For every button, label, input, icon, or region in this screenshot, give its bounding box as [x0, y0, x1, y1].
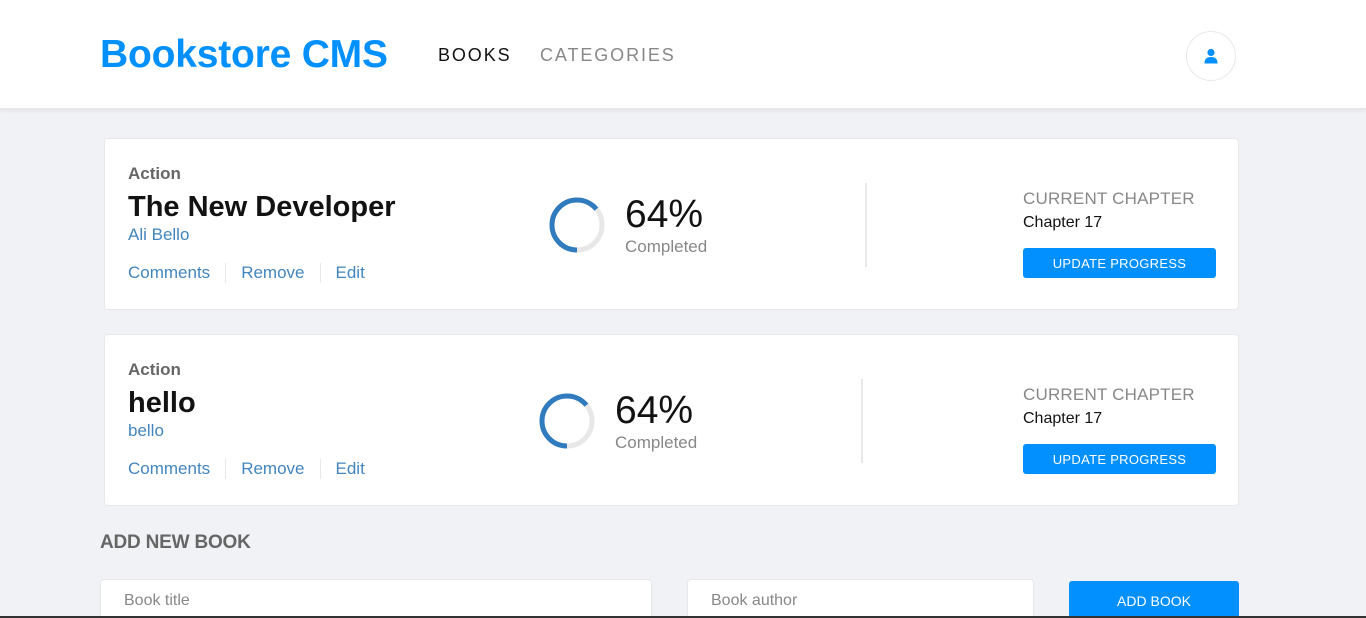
progress-completed-label: Completed — [625, 237, 708, 256]
card-divider — [861, 379, 863, 463]
book-actions: Comments Remove Edit — [128, 263, 365, 283]
progress-percent: 64% — [615, 389, 694, 432]
progress-completed-label: Completed — [615, 433, 698, 452]
current-chapter-label: CURRENT CHAPTER — [1023, 385, 1195, 404]
book-card: Action The New Developer Ali Bello Comme… — [104, 138, 1239, 310]
action-divider — [225, 263, 227, 283]
user-button[interactable] — [1186, 31, 1236, 81]
card-divider — [865, 183, 867, 267]
book-author-input[interactable] — [687, 579, 1034, 618]
book-genre: Action — [128, 360, 181, 379]
comments-button[interactable]: Comments — [128, 459, 210, 479]
book-actions: Comments Remove Edit — [128, 459, 365, 479]
book-author[interactable]: bello — [128, 421, 164, 441]
add-book-button[interactable]: ADD BOOK — [1069, 581, 1239, 618]
book-title: hello — [128, 387, 196, 419]
book-title: The New Developer — [128, 191, 396, 223]
header: Bookstore CMS BOOKS CATEGORIES — [0, 0, 1366, 110]
remove-button[interactable]: Remove — [241, 263, 304, 283]
progress-circle — [539, 393, 595, 449]
update-progress-button[interactable]: UPDATE PROGRESS — [1023, 248, 1216, 278]
book-title-input[interactable] — [100, 579, 652, 618]
current-chapter-value: Chapter 17 — [1023, 410, 1103, 427]
action-divider — [319, 459, 321, 479]
app-logo[interactable]: Bookstore CMS — [100, 33, 388, 77]
action-divider — [225, 459, 227, 479]
remove-button[interactable]: Remove — [241, 459, 304, 479]
user-icon — [1204, 48, 1218, 64]
edit-button[interactable]: Edit — [336, 459, 365, 479]
progress-percent: 64% — [625, 193, 704, 236]
book-author[interactable]: Ali Bello — [128, 225, 189, 245]
current-chapter-label: CURRENT CHAPTER — [1023, 189, 1195, 208]
action-divider — [319, 263, 321, 283]
nav-categories[interactable]: CATEGORIES — [540, 45, 676, 66]
book-genre: Action — [128, 164, 181, 183]
progress-circle — [549, 197, 605, 253]
update-progress-button[interactable]: UPDATE PROGRESS — [1023, 444, 1216, 474]
current-chapter-value: Chapter 17 — [1023, 214, 1103, 231]
comments-button[interactable]: Comments — [128, 263, 210, 283]
add-book-heading: ADD NEW BOOK — [100, 532, 251, 553]
book-card: Action hello bello Comments Remove Edit … — [104, 334, 1239, 506]
edit-button[interactable]: Edit — [336, 263, 365, 283]
nav-books[interactable]: BOOKS — [438, 45, 512, 66]
